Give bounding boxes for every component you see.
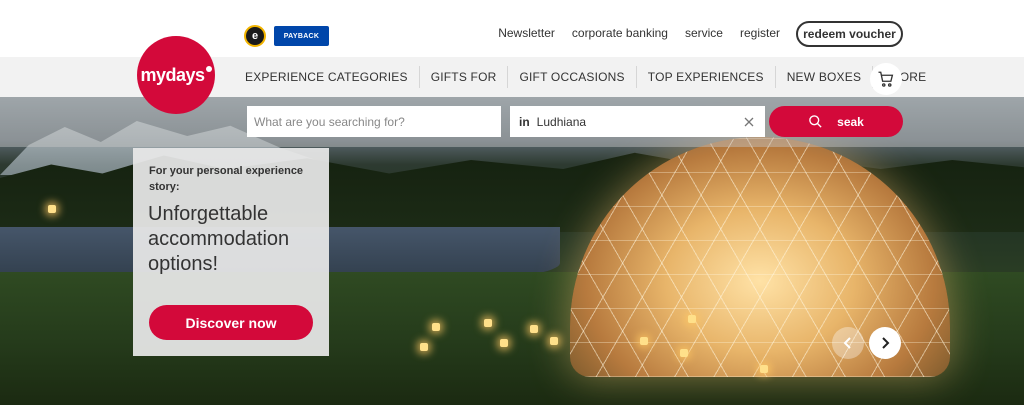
- logo-dot-icon: [205, 66, 212, 72]
- nav-top-experiences[interactable]: TOP EXPERIENCES: [637, 66, 776, 88]
- payback-badge[interactable]: PAYBACK: [274, 26, 329, 46]
- nav-new-boxes[interactable]: NEW BOXES: [776, 66, 874, 88]
- candle-light: [680, 349, 688, 357]
- close-icon: [744, 117, 754, 126]
- candle-light: [484, 319, 492, 327]
- search-icon: [809, 115, 822, 128]
- cart-button[interactable]: [870, 63, 902, 95]
- nav-gifts-for[interactable]: GIFTS FOR: [420, 66, 509, 88]
- service-link[interactable]: service: [685, 26, 723, 40]
- logo-text: mydays: [140, 64, 205, 85]
- candle-light: [48, 205, 56, 213]
- nav-experience-categories[interactable]: EXPERIENCE CATEGORIES: [234, 66, 420, 88]
- discover-now-button[interactable]: Discover now: [149, 305, 313, 340]
- search-button[interactable]: seak: [769, 106, 903, 137]
- search-input[interactable]: [247, 106, 501, 137]
- newsletter-link[interactable]: Newsletter: [498, 26, 555, 40]
- candle-light: [760, 365, 768, 373]
- candle-light: [550, 337, 558, 345]
- candle-light: [688, 315, 696, 323]
- carousel-prev-button[interactable]: [832, 327, 864, 359]
- redeem-voucher-button[interactable]: redeem voucher: [796, 21, 903, 47]
- trust-badges: e PAYBACK: [244, 25, 329, 47]
- carousel-next-button[interactable]: [869, 327, 901, 359]
- search-button-label: seak: [837, 114, 864, 129]
- candle-light: [420, 343, 428, 351]
- mydays-logo[interactable]: mydays: [137, 36, 215, 114]
- register-link[interactable]: register: [740, 26, 780, 40]
- nav-items: EXPERIENCE CATEGORIES GIFTS FOR GIFT OCC…: [234, 57, 937, 97]
- cart-icon: [878, 71, 894, 87]
- promo-eyebrow: For your personal experience story:: [149, 165, 304, 193]
- top-links: Newsletter corporate banking service reg…: [498, 26, 780, 40]
- promo-title: Unforgettable accommodation options!: [148, 203, 290, 275]
- candle-light: [640, 337, 648, 345]
- nav-gift-occasions[interactable]: GIFT OCCASIONS: [508, 66, 637, 88]
- candle-light: [432, 323, 440, 331]
- chevron-right-icon: [882, 337, 890, 349]
- trusted-shops-badge[interactable]: e: [244, 25, 266, 47]
- clear-location-button[interactable]: [742, 115, 756, 129]
- candle-light: [530, 325, 538, 333]
- candle-light: [500, 339, 508, 347]
- location-field[interactable]: in Ludhiana: [510, 106, 765, 137]
- location-prefix: in: [519, 114, 530, 129]
- chevron-left-icon: [843, 337, 851, 349]
- corporate-banking-link[interactable]: corporate banking: [572, 26, 668, 40]
- location-value: Ludhiana: [536, 114, 587, 129]
